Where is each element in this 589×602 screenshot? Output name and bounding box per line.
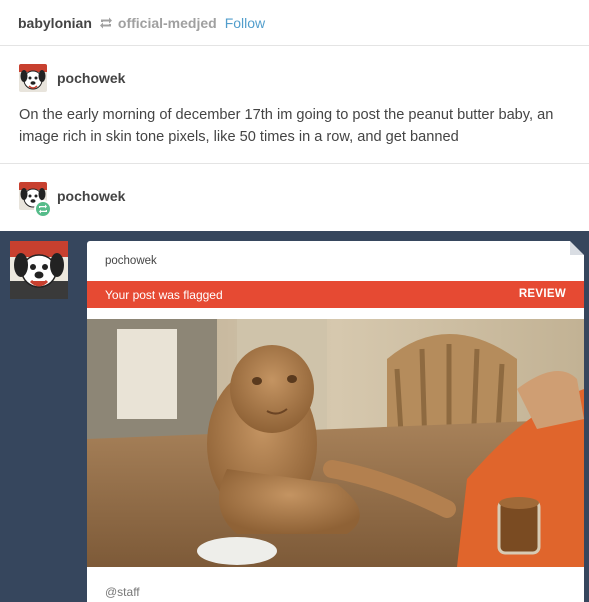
- reblog-badge-icon: [34, 200, 52, 218]
- post-username[interactable]: pochowek: [57, 70, 125, 86]
- card-fold: [570, 241, 584, 255]
- post-entry: pochowek On the early morning of decembe…: [0, 46, 589, 164]
- avatar[interactable]: [19, 64, 47, 92]
- reblog-icon: [98, 16, 114, 30]
- flag-message: Your post was flagged: [105, 288, 223, 302]
- dog-avatar-icon: [10, 241, 68, 299]
- flag-notice-bar: Your post was flagged REVIEW: [87, 281, 584, 308]
- follow-button[interactable]: Follow: [225, 15, 265, 31]
- post-card: pochowek Your post was flagged REVIEW @s…: [87, 241, 584, 602]
- dog-avatar-icon: [19, 64, 47, 92]
- post-body-text: On the early morning of december 17th im…: [19, 107, 554, 145]
- post-username[interactable]: pochowek: [57, 188, 125, 204]
- card-username[interactable]: pochowek: [105, 255, 157, 267]
- dashboard-avatar: [10, 241, 68, 299]
- post-photo: [87, 319, 584, 567]
- reblog-header: babylonian official-medjed Follow: [0, 0, 589, 46]
- post-tag[interactable]: @staff: [105, 585, 140, 599]
- reblogger-username[interactable]: babylonian: [18, 15, 92, 31]
- post-entry: pochowek: [0, 164, 589, 232]
- review-button[interactable]: REVIEW: [519, 288, 566, 300]
- embedded-screenshot: pochowek Your post was flagged REVIEW @s…: [0, 231, 589, 602]
- source-username[interactable]: official-medjed: [118, 15, 217, 31]
